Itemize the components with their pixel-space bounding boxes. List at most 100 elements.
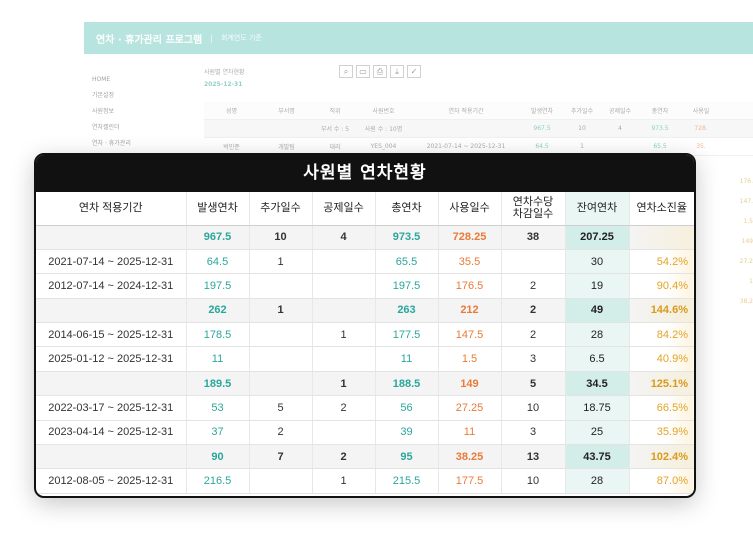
col-granted-cell: 90 (186, 444, 250, 470)
background-table-header: 성명 부서명 직위 사원번호 연차 적용기간 발생연차 추가일수 공제일수 총연… (204, 102, 753, 120)
subtotal-row[interactable]: 90 7 2 95 38.25 13 43.75 102.4% (36, 444, 694, 470)
table-row[interactable]: 2025-01-12 ~ 2025-12-31 11 11 1.5 3 6.5 40.9% (36, 346, 694, 372)
table-row[interactable]: 2012-08-05 ~ 2025-12-31 216.5 1 215.5 177.5 1… (36, 468, 694, 494)
col-added-cell (249, 322, 313, 348)
col-deducted-cell: 2 (312, 395, 376, 421)
bg-col-deducted: 공제일수 (608, 108, 632, 115)
bg-right-value: 1 (749, 278, 753, 285)
col-period-cell: 2014-06-15 ~ 2025-12-31 (36, 322, 187, 348)
col-granted-cell: 37 (186, 420, 250, 446)
col-period-cell: 2023-04-14 ~ 2025-12-31 (36, 420, 187, 446)
col-total-cell: 197.5 (375, 273, 439, 299)
check-icon[interactable]: ✓ (407, 65, 421, 78)
col-deducted-header[interactable]: 공제일수 (312, 192, 376, 226)
bg-right-value: 176. (739, 178, 753, 185)
col-remaining-header[interactable]: 잔여연차 (565, 192, 630, 226)
bg-col-added: 추가일수 (570, 108, 594, 115)
col-used-cell: 1.5 (438, 346, 502, 372)
col-remaining-cell: 6.5 (565, 346, 630, 372)
col-usage-rate-cell (629, 225, 694, 250)
sidebar-item-home[interactable]: HOME (92, 72, 182, 88)
col-granted-cell: 53 (186, 395, 250, 421)
col-remaining-cell: 34.5 (565, 371, 630, 397)
col-period-cell (36, 298, 187, 324)
app-subtitle: 회계연도 기준 (220, 34, 262, 42)
table-header-row: 연차 적용기간 발생연차 추가일수 공제일수 총연차 사용일수 연차수당 차감일수 잔여연차 연… (36, 192, 694, 226)
col-deducted-cell (312, 273, 376, 299)
col-used-cell: 212 (438, 298, 502, 324)
col-period-cell: 2012-07-14 ~ 2024-12-31 (36, 273, 187, 299)
col-deducted-cell: 2 (312, 444, 376, 470)
sidebar-item-leave[interactable]: 연차 · 휴가관리 (92, 136, 182, 152)
bg-cell: 4 (618, 125, 622, 132)
col-deducted-cell: 1 (312, 322, 376, 348)
col-allowance-deduct-header[interactable]: 연차수당 차감일수 (501, 192, 566, 226)
bg-emp-count: 사원 수 : 10명 (364, 126, 403, 133)
col-allowance-deduct-cell: 3 (501, 346, 566, 372)
col-granted-header[interactable]: 발생연차 (186, 192, 250, 226)
col-period-cell: 2022-03-17 ~ 2025-12-31 (36, 395, 187, 421)
bg-col-position: 직위 (329, 108, 341, 115)
subtotal-row[interactable]: 262 1 263 212 2 49 144.6% (36, 298, 694, 324)
col-deducted-cell: 1 (312, 468, 376, 494)
col-allowance-deduct-cell: 2 (501, 273, 566, 299)
col-used-header[interactable]: 사용일수 (438, 192, 502, 226)
search-icon[interactable]: ⌕ (339, 65, 353, 78)
col-usage-rate-cell: 35.9% (629, 420, 694, 446)
sidebar-item-employees[interactable]: 사원정보 (92, 104, 182, 120)
col-total-cell: 177.5 (375, 322, 439, 348)
subtotal-row[interactable]: 967.5 10 4 973.5 728.25 38 207.25 (36, 225, 694, 250)
table-row[interactable]: 2012-07-14 ~ 2024-12-31 197.5 197.5 176.5 2 1… (36, 273, 694, 299)
table-row[interactable]: 2023-04-14 ~ 2025-12-31 37 2 39 11 3 25 35.9% (36, 420, 694, 446)
download-icon[interactable]: ⤓ (390, 65, 404, 78)
col-deducted-cell (312, 298, 376, 324)
col-period-cell (36, 444, 187, 470)
col-period-cell: 2025-01-12 ~ 2025-12-31 (36, 346, 187, 372)
col-added-cell: 10 (249, 225, 313, 250)
bg-cell: 2021-07-14 ~ 2025-12-31 (426, 143, 506, 150)
col-allowance-deduct-cell: 13 (501, 444, 566, 470)
monitor-icon[interactable]: ▭ (356, 65, 370, 78)
table-row[interactable]: 2022-03-17 ~ 2025-12-31 53 5 2 56 27.25 10 18.7… (36, 395, 694, 421)
col-usage-rate-header[interactable]: 연차소진율 (629, 192, 694, 226)
col-usage-rate-cell: 90.4% (629, 273, 694, 299)
print-icon[interactable]: ⎙ (373, 65, 387, 78)
col-granted-cell: 64.5 (186, 249, 250, 275)
col-allowance-deduct-cell: 10 (501, 468, 566, 494)
col-used-cell: 27.25 (438, 395, 502, 421)
col-used-cell: 176.5 (438, 273, 502, 299)
col-added-header[interactable]: 추가일수 (249, 192, 313, 226)
col-period-cell: 2012-08-05 ~ 2025-12-31 (36, 468, 187, 494)
col-added-cell (249, 346, 313, 372)
card-title: 사원별 연차현황 (36, 155, 694, 192)
col-period-cell (36, 225, 187, 250)
col-remaining-cell: 28 (565, 322, 630, 348)
col-used-cell: 38.25 (438, 444, 502, 470)
table-row[interactable]: 2021-07-14 ~ 2025-12-31 64.5 1 65.5 35.5 30 54… (36, 249, 694, 275)
subtotal-row[interactable]: 189.5 1 188.5 149 5 34.5 125.1% (36, 371, 694, 397)
col-granted-cell: 197.5 (186, 273, 250, 299)
col-granted-cell: 967.5 (186, 225, 250, 250)
col-remaining-cell: 43.75 (565, 444, 630, 470)
col-deducted-cell (312, 346, 376, 372)
bg-cell: 개발팀 (278, 144, 295, 151)
col-total-cell: 95 (375, 444, 439, 470)
bg-col-total: 총연차 (651, 108, 669, 115)
col-added-cell: 5 (249, 395, 313, 421)
sidebar-item-calendar[interactable]: 연차캘린더 (92, 120, 182, 136)
col-total-header[interactable]: 총연차 (375, 192, 439, 226)
col-period-header[interactable]: 연차 적용기간 (36, 192, 187, 226)
bg-cell: 대리 (329, 144, 341, 151)
header-separator: | (210, 33, 213, 43)
bg-dept-count: 부서 수 : 5 (320, 126, 350, 133)
col-remaining-cell: 207.25 (565, 225, 630, 250)
sidebar-item-settings[interactable]: 기본설정 (92, 88, 182, 104)
col-added-cell: 2 (249, 420, 313, 446)
bg-cell: 973.5 (651, 125, 669, 132)
col-added-cell (249, 468, 313, 494)
col-remaining-cell: 25 (565, 420, 630, 446)
bg-col-period: 연차 적용기간 (448, 108, 484, 115)
bg-cell: 728. (694, 125, 708, 132)
col-remaining-cell: 49 (565, 298, 630, 324)
table-row[interactable]: 2014-06-15 ~ 2025-12-31 178.5 1 177.5 147.5 2… (36, 322, 694, 348)
